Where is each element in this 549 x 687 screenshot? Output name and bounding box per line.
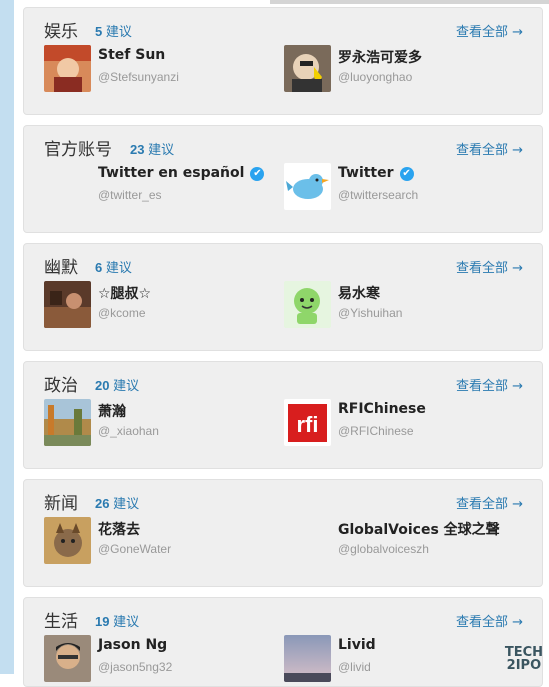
- user-item[interactable]: GlobalVoices 全球之聲 @globalvoiceszh: [284, 517, 524, 567]
- avatar[interactable]: [44, 399, 91, 446]
- user-handle[interactable]: @jason5ng32: [98, 660, 172, 674]
- user-handle[interactable]: @twittersearch: [338, 188, 418, 202]
- avatar[interactable]: [44, 163, 91, 210]
- user-name[interactable]: Twitter ✔: [338, 165, 414, 181]
- avatar[interactable]: [284, 45, 331, 92]
- verified-badge-icon: ✔: [399, 167, 414, 181]
- user-handle[interactable]: @RFIChinese: [338, 424, 414, 438]
- view-all-link[interactable]: 查看全部 →: [456, 375, 523, 394]
- view-all-link[interactable]: 查看全部 →: [456, 257, 523, 276]
- avatar[interactable]: [44, 635, 91, 682]
- user-name[interactable]: 花落去: [98, 519, 140, 539]
- category-title: 生活: [44, 612, 78, 632]
- user-item[interactable]: rfi RFIChinese @RFIChinese: [284, 399, 524, 449]
- user-handle[interactable]: @Stefsunyanzi: [98, 70, 179, 84]
- view-all-link[interactable]: 查看全部 →: [456, 611, 523, 630]
- category-card-entertainment: 娱乐 5 建议 查看全部 → Stef Sun @Stefsunyanzi 罗永…: [23, 7, 543, 115]
- view-all-link[interactable]: 查看全部 →: [456, 139, 523, 158]
- user-handle[interactable]: @Yishuihan: [338, 306, 402, 320]
- user-item[interactable]: 罗永浩可爱多 @luoyonghao: [284, 45, 524, 95]
- user-handle[interactable]: @luoyonghao: [338, 70, 412, 84]
- user-name[interactable]: ☆腿叔☆: [98, 283, 151, 303]
- user-name[interactable]: 罗永浩可爱多: [338, 47, 422, 67]
- avatar[interactable]: [44, 517, 91, 564]
- user-handle[interactable]: @kcome: [98, 306, 146, 320]
- user-name[interactable]: Twitter en español ✔: [98, 165, 265, 181]
- avatar[interactable]: [284, 517, 331, 564]
- user-handle[interactable]: @twitter_es: [98, 188, 162, 202]
- user-name[interactable]: Livid: [338, 637, 376, 653]
- left-sidebar-strip: [0, 0, 14, 674]
- avatar[interactable]: [284, 281, 331, 328]
- techipo-watermark-logo: TECH 2IPO: [504, 645, 543, 673]
- suggestion-count-link[interactable]: 19 建议: [95, 611, 139, 630]
- suggestion-count-link[interactable]: 20 建议: [95, 375, 139, 394]
- svg-text:rfi: rfi: [297, 412, 319, 437]
- avatar[interactable]: [44, 281, 91, 328]
- user-handle[interactable]: @_xiaohan: [98, 424, 159, 438]
- user-handle[interactable]: @livid: [338, 660, 371, 674]
- category-title: 幽默: [44, 258, 78, 278]
- user-name[interactable]: GlobalVoices 全球之聲: [338, 519, 500, 539]
- category-card-politics: 政治 20 建议 查看全部 → 萧瀚 @_xiaohan rfi RFIChin…: [23, 361, 543, 469]
- user-item[interactable]: Stef Sun @Stefsunyanzi: [44, 45, 284, 95]
- user-item[interactable]: Livid @livid: [284, 635, 524, 685]
- user-item[interactable]: Twitter en español ✔ @twitter_es: [44, 163, 284, 213]
- user-item[interactable]: Twitter ✔ @twittersearch: [284, 163, 524, 213]
- user-item[interactable]: 花落去 @GoneWater: [44, 517, 284, 567]
- category-card-news: 新闻 26 建议 查看全部 → 花落去 @GoneWater GlobalVoi…: [23, 479, 543, 587]
- suggestion-count-link[interactable]: 6 建议: [95, 257, 132, 276]
- user-handle[interactable]: @globalvoiceszh: [338, 542, 429, 556]
- category-title: 娱乐: [44, 22, 78, 42]
- user-item[interactable]: ☆腿叔☆ @kcome: [44, 281, 284, 331]
- avatar[interactable]: [284, 635, 331, 682]
- top-divider: [270, 0, 549, 4]
- category-title: 官方账号: [44, 140, 112, 160]
- category-card-official: 官方账号 23 建议 查看全部 → Twitter en español ✔ @t…: [23, 125, 543, 233]
- category-card-humor: 幽默 6 建议 查看全部 → ☆腿叔☆ @kcome 易水寒 @Yishuiha…: [23, 243, 543, 351]
- suggestion-count-link[interactable]: 26 建议: [95, 493, 139, 512]
- suggestion-count-link[interactable]: 5 建议: [95, 21, 132, 40]
- category-title: 新闻: [44, 494, 78, 514]
- user-name[interactable]: Jason Ng: [98, 637, 167, 653]
- user-item[interactable]: Jason Ng @jason5ng32: [44, 635, 284, 685]
- suggestion-count-link[interactable]: 23 建议: [130, 139, 174, 158]
- rfi-logo-icon[interactable]: rfi: [284, 399, 331, 446]
- user-name[interactable]: Stef Sun: [98, 47, 165, 63]
- avatar[interactable]: [44, 45, 91, 92]
- category-title: 政治: [44, 376, 78, 396]
- user-name[interactable]: 易水寒: [338, 283, 380, 303]
- user-item[interactable]: 易水寒 @Yishuihan: [284, 281, 524, 331]
- view-all-link[interactable]: 查看全部 →: [456, 493, 523, 512]
- user-item[interactable]: 萧瀚 @_xiaohan: [44, 399, 284, 449]
- twitter-bird-icon[interactable]: [284, 163, 331, 210]
- verified-badge-icon: ✔: [250, 167, 265, 181]
- view-all-link[interactable]: 查看全部 →: [456, 21, 523, 40]
- user-handle[interactable]: @GoneWater: [98, 542, 171, 556]
- user-name[interactable]: RFIChinese: [338, 401, 426, 417]
- user-name[interactable]: 萧瀚: [98, 401, 126, 421]
